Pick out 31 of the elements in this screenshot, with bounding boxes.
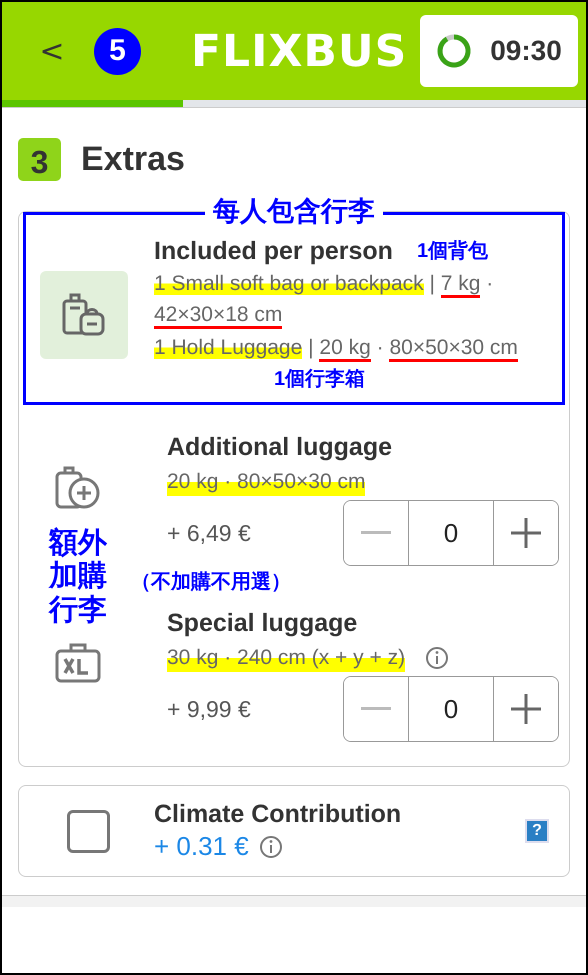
timer-text: 09:30 <box>490 35 562 67</box>
plus-icon <box>511 694 541 724</box>
minus-icon <box>361 707 391 711</box>
minus-icon <box>361 531 391 535</box>
climate-price: + 0.31 € <box>154 831 249 862</box>
included-title: Included per person <box>154 237 393 266</box>
plus-icon <box>511 518 541 548</box>
xl-luggage-icon <box>55 643 101 684</box>
annotation-note: 1個背包 <box>416 239 488 264</box>
section-title: Extras <box>81 140 185 179</box>
climate-title: Climate Contribution <box>154 800 402 829</box>
annotation-note: 1個行李箱 <box>274 367 366 392</box>
item-title: Special luggage <box>167 609 358 638</box>
info-icon[interactable] <box>425 646 450 670</box>
checkbox[interactable] <box>67 810 110 852</box>
suitcase-plus-icon <box>54 465 102 511</box>
quantity-stepper[interactable]: 0 <box>343 676 559 742</box>
item-price: + 9,99 € <box>167 696 251 722</box>
logo: FLIXBUS <box>191 26 408 76</box>
annotation-note: （不加購不用選） <box>131 570 291 595</box>
step-badge: 5 <box>94 28 141 74</box>
quantity-stepper[interactable]: 0 <box>343 500 559 566</box>
step-number: 3 <box>18 138 61 181</box>
countdown-ring-icon <box>436 33 472 69</box>
back-button[interactable]: < <box>32 34 72 68</box>
luggage-backpack-icon <box>61 292 107 338</box>
item-title: Additional luggage <box>167 433 393 462</box>
annotation-note: 額外加購行李 <box>49 527 107 628</box>
info-icon[interactable] <box>258 834 283 858</box>
item-price: + 6,49 € <box>167 520 251 546</box>
help-icon[interactable]: ? <box>525 819 549 843</box>
